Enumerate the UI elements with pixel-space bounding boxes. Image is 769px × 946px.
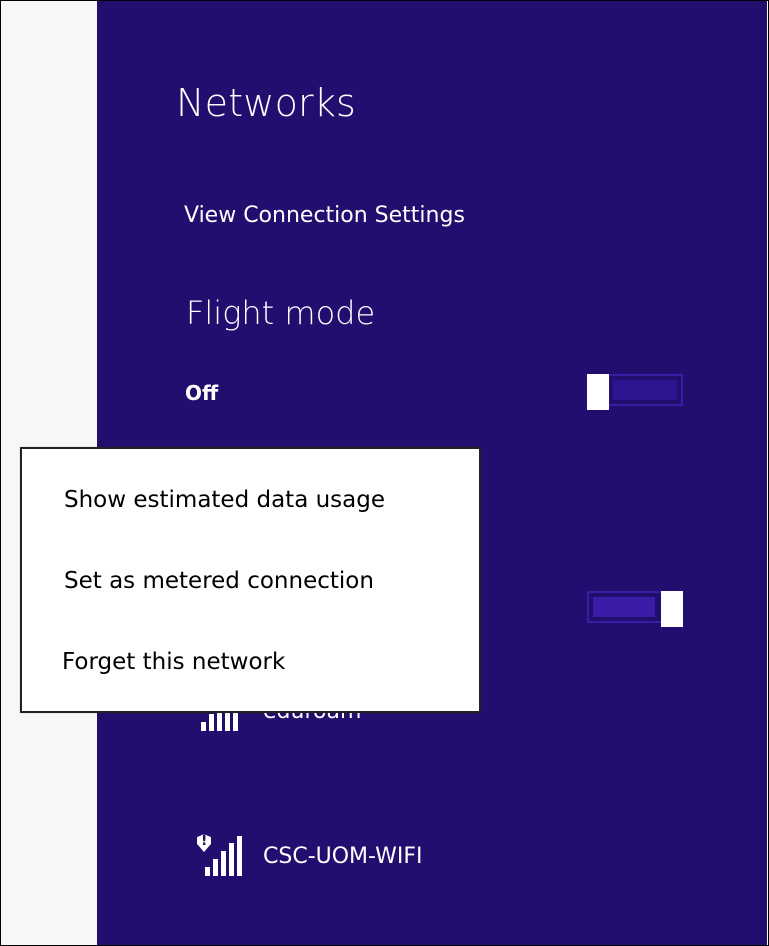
toggle-thumb[interactable] (661, 591, 683, 627)
toggle-track (613, 380, 677, 400)
menu-item-show-data-usage[interactable]: Show estimated data usage (64, 487, 385, 513)
network-context-menu: Show estimated data usage Set as metered… (20, 447, 481, 713)
panel-title: Networks (176, 81, 357, 125)
shield-warning-icon (197, 834, 211, 852)
wifi-signal-shield-icon (197, 834, 243, 876)
toggle-track (593, 597, 655, 617)
network-name: CSC-UOM-WIFI (263, 843, 423, 869)
flight-mode-title: Flight mode (186, 294, 376, 332)
flight-mode-toggle[interactable] (587, 374, 683, 410)
network-item-csc-uom-wifi[interactable]: CSC-UOM-WIFI (197, 834, 423, 876)
toggle-thumb[interactable] (587, 374, 609, 410)
view-connection-settings-link[interactable]: View Connection Settings (184, 203, 465, 228)
wifi-toggle[interactable] (587, 591, 683, 627)
flight-mode-state: Off (185, 381, 219, 405)
menu-item-set-metered[interactable]: Set as metered connection (64, 568, 374, 594)
menu-item-forget-network[interactable]: Forget this network (62, 649, 285, 675)
